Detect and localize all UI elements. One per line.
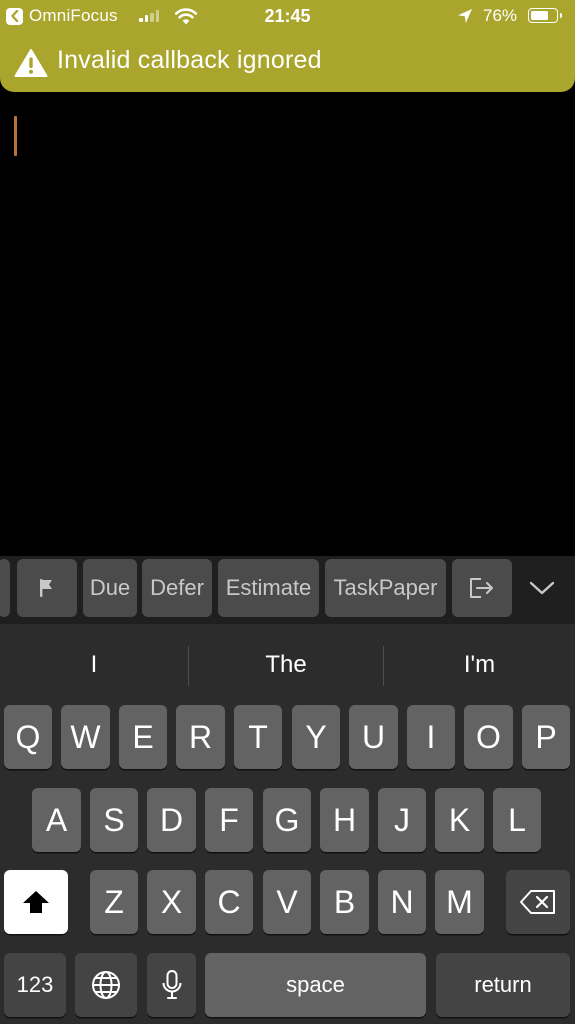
return-key[interactable]: return <box>436 953 570 1017</box>
space-key[interactable]: space <box>205 953 426 1017</box>
key-h[interactable]: H <box>320 788 369 852</box>
accessory-toolbar: Due Defer Estimate TaskPaper <box>0 556 575 624</box>
defer-button[interactable]: Defer <box>142 559 212 617</box>
key-s[interactable]: S <box>90 788 138 852</box>
space-key-label: space <box>286 972 345 997</box>
status-bar: OmniFocus 21:45 76% <box>0 0 575 34</box>
key-n[interactable]: N <box>378 870 426 934</box>
key-z[interactable]: Z <box>90 870 138 934</box>
globe-key[interactable] <box>75 953 137 1017</box>
key-v[interactable]: V <box>263 870 311 934</box>
key-c[interactable]: C <box>205 870 253 934</box>
key-i[interactable]: I <box>407 705 455 769</box>
flag-button[interactable] <box>17 559 77 617</box>
key-e[interactable]: E <box>119 705 167 769</box>
globe-icon <box>92 971 120 999</box>
keyboard: I The I'm Q W E R T Y U I O P A S D F G … <box>0 624 575 1024</box>
key-y[interactable]: Y <box>292 705 340 769</box>
microphone-icon <box>162 970 181 999</box>
banner-message: Invalid callback ignored <box>57 46 322 74</box>
return-key-label: return <box>474 972 532 997</box>
key-b[interactable]: B <box>320 870 369 934</box>
suggestion-3[interactable]: I'm <box>384 624 575 706</box>
shift-key[interactable] <box>4 870 68 934</box>
estimate-button[interactable]: Estimate <box>218 559 319 617</box>
suggestion-1[interactable]: I <box>0 624 188 706</box>
text-caret <box>14 116 17 156</box>
key-g[interactable]: G <box>263 788 311 852</box>
share-button[interactable] <box>452 559 512 617</box>
numbers-key-label: 123 <box>16 972 54 997</box>
suggestion-2[interactable]: The <box>189 624 383 706</box>
flag-icon <box>40 579 52 597</box>
key-x[interactable]: X <box>147 870 196 934</box>
share-icon <box>470 578 493 598</box>
key-q[interactable]: Q <box>4 705 52 769</box>
battery-icon <box>528 8 562 23</box>
key-u[interactable]: U <box>349 705 398 769</box>
dictation-key[interactable] <box>147 953 196 1017</box>
due-button[interactable]: Due <box>83 559 137 617</box>
key-m[interactable]: M <box>435 870 484 934</box>
key-w[interactable]: W <box>61 705 110 769</box>
notification-banner[interactable]: Invalid callback ignored <box>0 34 575 92</box>
location-arrow-icon <box>458 9 472 23</box>
key-j[interactable]: J <box>378 788 426 852</box>
taskpaper-button[interactable]: TaskPaper <box>325 559 446 617</box>
toolbar-partial-button[interactable] <box>0 559 10 617</box>
warning-icon <box>14 49 48 77</box>
battery-percent: 76% <box>483 6 518 25</box>
key-d[interactable]: D <box>147 788 196 852</box>
backspace-icon <box>520 890 555 914</box>
shift-arrow-icon <box>23 891 49 913</box>
text-editor[interactable] <box>0 92 575 556</box>
key-p[interactable]: P <box>522 705 570 769</box>
key-a[interactable]: A <box>32 788 81 852</box>
chevron-down-icon[interactable] <box>528 578 556 598</box>
key-f[interactable]: F <box>205 788 253 852</box>
key-r[interactable]: R <box>176 705 225 769</box>
key-k[interactable]: K <box>435 788 484 852</box>
delete-key[interactable] <box>506 870 570 934</box>
numbers-key[interactable]: 123 <box>4 953 66 1017</box>
key-t[interactable]: T <box>234 705 282 769</box>
key-o[interactable]: O <box>464 705 513 769</box>
key-l[interactable]: L <box>493 788 541 852</box>
